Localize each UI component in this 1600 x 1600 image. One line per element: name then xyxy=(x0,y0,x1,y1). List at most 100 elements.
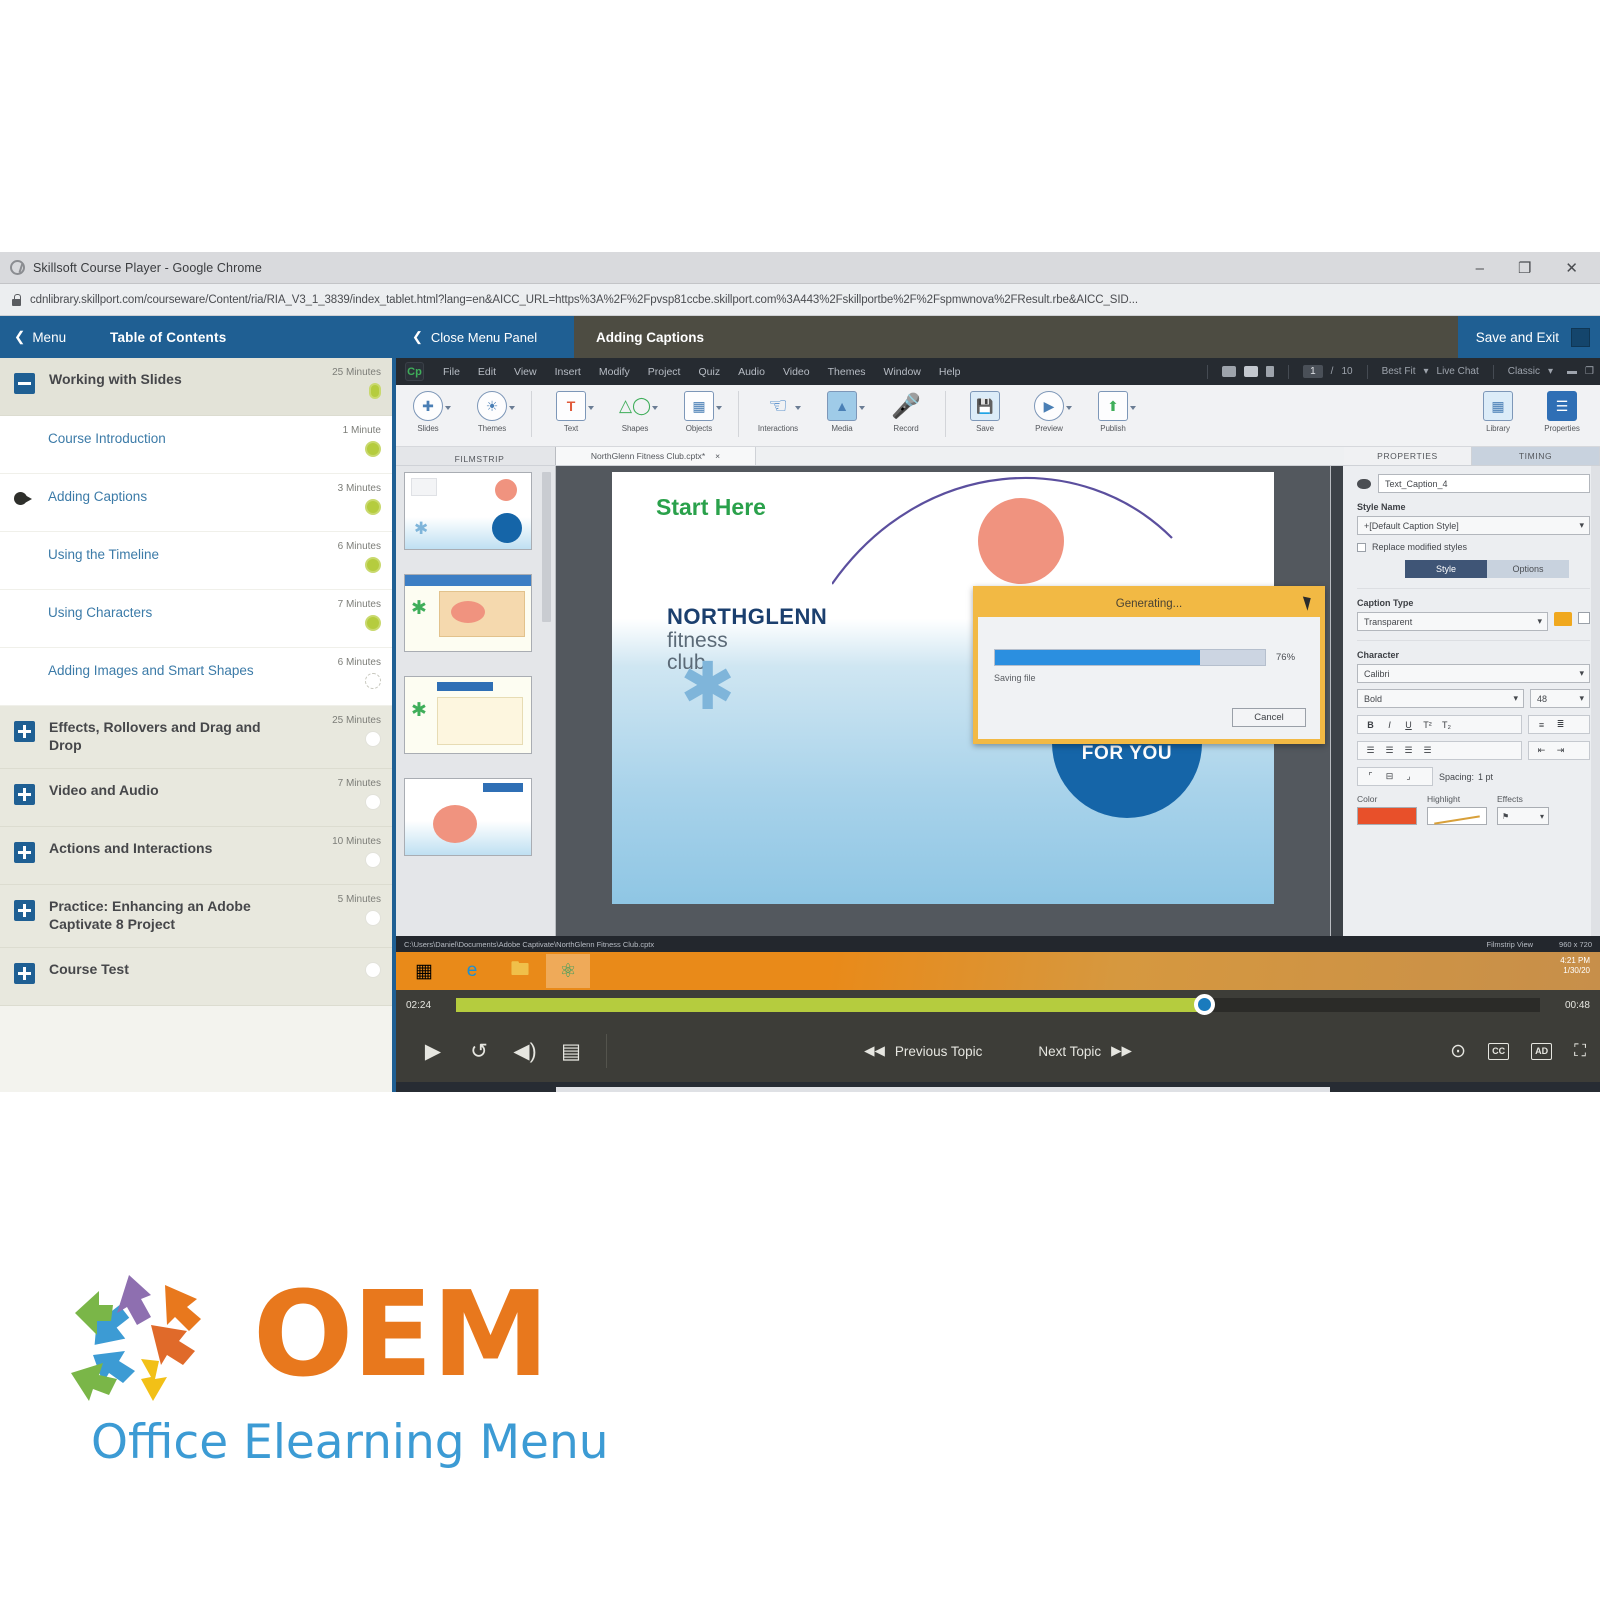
valign-bottom-icon[interactable]: ⌟ xyxy=(1401,771,1416,782)
windows-taskbar[interactable]: ▦ e 🖿 ⚛ 4:21 PM 1/30/20 xyxy=(396,952,1600,990)
properties-scrollbar[interactable] xyxy=(1591,466,1600,936)
replace-modified-styles-checkbox[interactable]: Replace modified styles xyxy=(1357,542,1590,552)
caret-down-icon[interactable] xyxy=(1066,406,1072,410)
close-button[interactable]: ✕ xyxy=(1565,259,1578,277)
highlight-field[interactable]: Highlight xyxy=(1427,794,1487,825)
cap-minimize-icon[interactable]: ▬ xyxy=(1567,366,1577,377)
explorer-icon[interactable]: 🖿 xyxy=(498,954,542,988)
filmstrip-slide-1[interactable]: ✱ 1 Slide 1 xyxy=(404,472,532,550)
seek-row[interactable]: 02:24 00:48 xyxy=(396,990,1600,1020)
checkbox-icon[interactable] xyxy=(1357,542,1366,552)
caret-down-icon[interactable] xyxy=(716,406,722,410)
seek-handle[interactable] xyxy=(1193,994,1215,1015)
caret-down-icon[interactable] xyxy=(652,406,658,410)
chevron-down-icon[interactable]: ▾ xyxy=(1579,520,1584,531)
toolbar-button-media[interactable]: ▲ Media xyxy=(810,391,874,433)
color-field[interactable]: Color xyxy=(1357,794,1417,825)
vertical-align-buttons[interactable]: ⌜ ⊟ ⌟ xyxy=(1357,767,1433,786)
eye-icon[interactable] xyxy=(1357,478,1371,489)
chevron-down-icon[interactable]: ▾ xyxy=(1537,616,1542,627)
captivate-panel-tabs[interactable]: FILMSTRIP NorthGlenn Fitness Club.cptx* … xyxy=(396,447,1600,466)
indent-decrease-icon[interactable]: ⇤ xyxy=(1534,745,1549,756)
toc-module-actions-and-interactions[interactable]: Actions and Interactions 10 Minutes xyxy=(0,826,392,885)
captivate-icon[interactable]: ⚛ xyxy=(546,954,590,988)
indent-increase-icon[interactable]: ⇥ xyxy=(1553,745,1568,756)
audio-description-button[interactable]: AD xyxy=(1531,1042,1553,1060)
expand-icon[interactable] xyxy=(14,841,35,863)
chevron-down-icon[interactable]: ▾ xyxy=(1579,693,1584,704)
caret-down-icon[interactable] xyxy=(588,406,594,410)
previous-topic-button[interactable]: ◀◀ Previous Topic xyxy=(864,1043,982,1059)
settings-icon[interactable]: ⊙ xyxy=(1450,1040,1466,1063)
effects-select[interactable]: ⚑ ▾ xyxy=(1497,807,1549,825)
toolbar-button-objects[interactable]: ▦ Objects xyxy=(667,391,731,433)
chevron-down-icon[interactable]: ▾ xyxy=(1513,693,1518,704)
toc-module-video-and-audio[interactable]: Video and Audio 7 Minutes xyxy=(0,768,392,827)
captivate-toolbar[interactable]: ✚ Slides ☀ Themes T Text △◯ Shapes ▦ Obj… xyxy=(396,385,1600,447)
text-format-buttons[interactable]: B I U T² T₂ xyxy=(1357,715,1522,734)
font-size-select[interactable]: 48 ▾ xyxy=(1530,689,1590,708)
collapse-icon[interactable] xyxy=(14,373,35,394)
workspace-caret-icon[interactable]: ▾ xyxy=(1548,366,1553,377)
highlight-swatch[interactable] xyxy=(1427,807,1487,825)
menu-button[interactable]: ❮ Menu xyxy=(0,329,110,345)
caret-down-icon[interactable] xyxy=(795,406,801,410)
caption-type-select[interactable]: Transparent ▾ xyxy=(1357,612,1548,631)
caret-down-icon[interactable] xyxy=(509,406,515,410)
filmstrip-slide-2[interactable]: ✱ 2 Welcome xyxy=(404,574,532,652)
underline-button[interactable]: U xyxy=(1401,720,1416,730)
menu-item-quiz[interactable]: Quiz xyxy=(689,366,729,378)
fullscreen-icon[interactable]: ⛶ xyxy=(1574,1041,1586,1061)
maximize-button[interactable]: ❐ xyxy=(1518,259,1531,277)
toolbar-button-publish[interactable]: ⬆ Publish xyxy=(1081,391,1145,433)
expand-icon[interactable] xyxy=(14,783,35,805)
bold-button[interactable]: B xyxy=(1363,720,1378,730)
toolbar-button-shapes[interactable]: △◯ Shapes xyxy=(603,391,667,433)
minimize-button[interactable]: – xyxy=(1476,260,1484,277)
menu-item-audio[interactable]: Audio xyxy=(729,366,774,378)
list-buttons[interactable]: ≡ ≣ xyxy=(1528,715,1590,734)
cap-restore-icon[interactable]: ❐ xyxy=(1585,366,1594,377)
generating-dialog[interactable]: Generating... 76% Saving file Cancel xyxy=(973,586,1325,744)
align-center-icon[interactable]: ☰ xyxy=(1382,745,1397,756)
font-family-select[interactable]: Calibri ▾ xyxy=(1357,664,1590,683)
timeline-panel[interactable]: TIMELINE xyxy=(556,1087,1330,1092)
tab-properties[interactable]: PROPERTIES xyxy=(1344,447,1472,465)
exit-icon[interactable] xyxy=(1571,327,1590,347)
toc-lesson-using-characters[interactable]: Using Characters 7 Minutes xyxy=(0,590,392,648)
workspace-label[interactable]: Classic xyxy=(1508,366,1540,377)
next-topic-button[interactable]: Next Topic ▶▶ xyxy=(1038,1043,1132,1059)
menu-item-project[interactable]: Project xyxy=(639,366,690,378)
toc-module-course-test[interactable]: Course Test xyxy=(0,947,392,1006)
toolbar-button-slides[interactable]: ✚ Slides xyxy=(396,391,460,433)
expand-icon[interactable] xyxy=(14,962,35,984)
font-weight-select[interactable]: Bold ▾ xyxy=(1357,689,1524,708)
align-justify-icon[interactable]: ☰ xyxy=(1420,745,1435,756)
dialog-cancel-button[interactable]: Cancel xyxy=(1232,708,1306,727)
transcript-button[interactable]: ▤ xyxy=(548,1039,594,1064)
italic-button[interactable]: I xyxy=(1382,720,1397,730)
tab-timing[interactable]: TIMING xyxy=(1472,447,1600,465)
caret-down-icon[interactable] xyxy=(859,406,865,410)
object-name-input[interactable]: Text_Caption_4 xyxy=(1378,474,1590,493)
filmstrip-slide-3[interactable]: ✱ 3 Slide 3 xyxy=(404,676,532,754)
chevron-down-icon[interactable]: ▾ xyxy=(1579,668,1584,679)
bullet-list-icon[interactable]: ≡ xyxy=(1534,720,1549,730)
course-player-controls[interactable]: 02:24 00:48 ▶ ↺ ◀) ▤ ◀◀ Previous Topic N… xyxy=(396,990,1600,1082)
toc-module-effects-rollovers-drag-drop[interactable]: Effects, Rollovers and Drag and Drop 25 … xyxy=(0,706,392,769)
expand-icon[interactable] xyxy=(14,721,35,742)
closed-captions-button[interactable]: CC xyxy=(1488,1042,1510,1060)
spacing-field[interactable]: Spacing: 1 pt xyxy=(1439,767,1493,786)
menu-item-view[interactable]: View xyxy=(505,366,546,378)
captivate-menubar[interactable]: Cp File Edit View Insert Modify Project … xyxy=(396,358,1600,385)
toolbar-button-record[interactable]: 🎤 Record xyxy=(874,391,938,434)
toc-module-working-with-slides[interactable]: Working with Slides 25 Minutes xyxy=(0,358,392,416)
effects-field[interactable]: Effects ⚑ ▾ xyxy=(1497,794,1549,825)
toolbar-button-interactions[interactable]: ☜ Interactions xyxy=(746,391,810,433)
player-options[interactable]: ⊙ CC AD ⛶ xyxy=(1450,1040,1586,1063)
live-chat-link[interactable]: Live Chat xyxy=(1437,366,1479,377)
toolbar-button-preview[interactable]: ▶ Preview xyxy=(1017,391,1081,433)
filmstrip-panel[interactable]: ✱ 1 Slide 1 ✱ 2 Welcome ✱ 3 Sli xyxy=(396,466,556,936)
zoom-preset-label[interactable]: Best Fit xyxy=(1382,366,1416,377)
menu-item-edit[interactable]: Edit xyxy=(469,366,505,378)
